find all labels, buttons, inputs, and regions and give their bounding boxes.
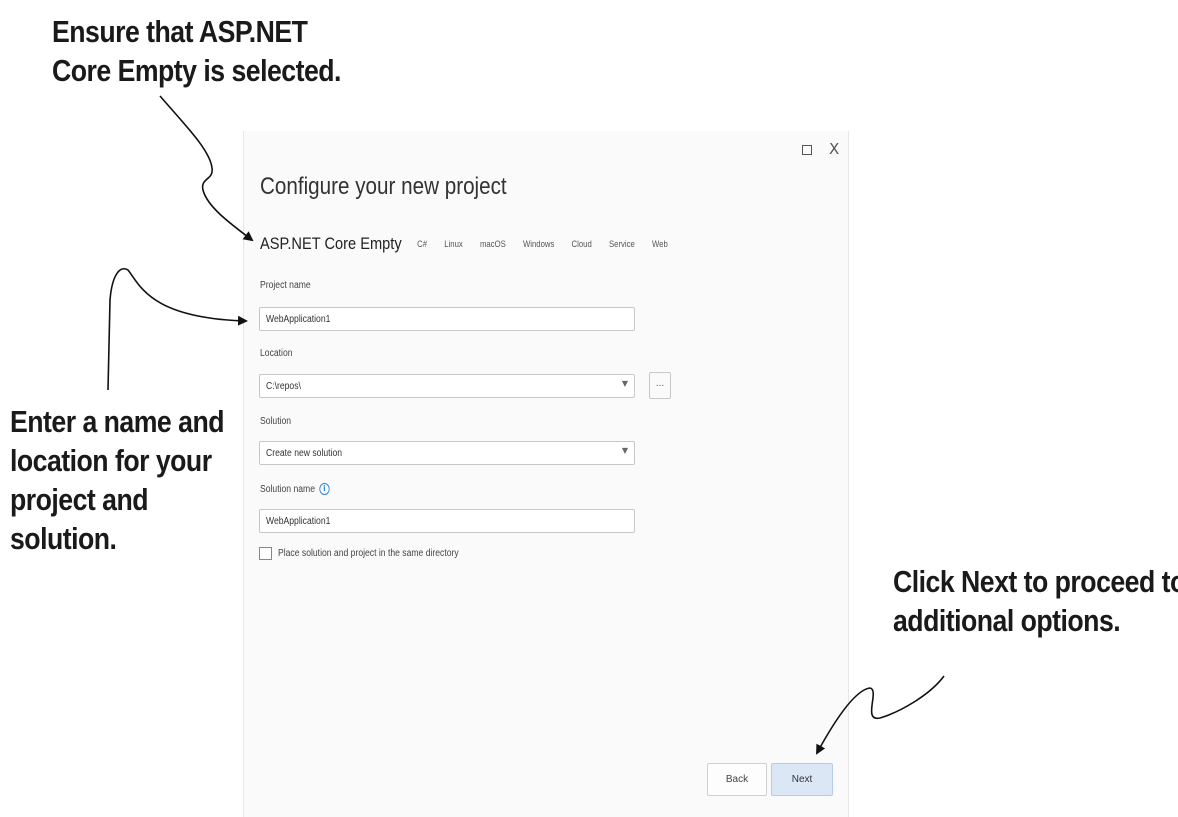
arrow-to-template: [159, 95, 254, 242]
page: Ensure that ASP.NET Core Empty is select…: [0, 0, 1178, 817]
arrow-to-next-button: [816, 675, 945, 755]
annotation-arrows: [107, 95, 945, 755]
arrow-to-project-name: [107, 268, 248, 391]
